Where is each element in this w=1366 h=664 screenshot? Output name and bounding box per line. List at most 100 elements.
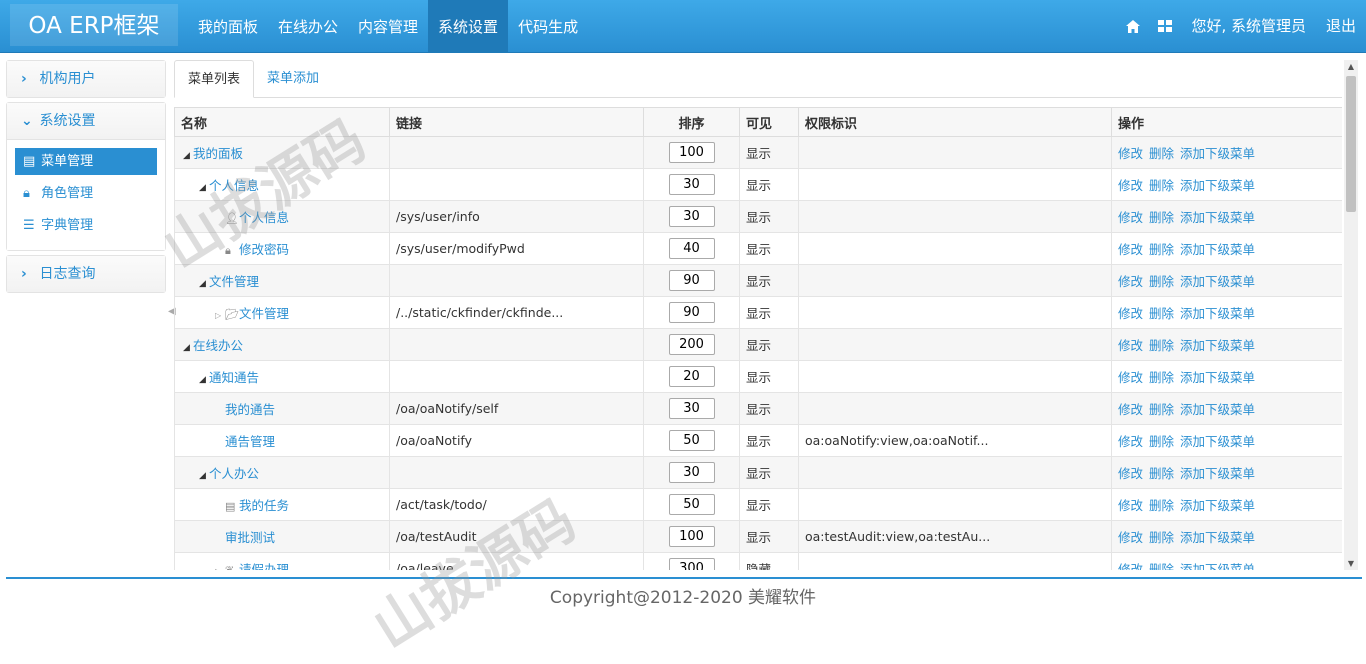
col-name-header[interactable]: 名称 (174, 107, 390, 137)
tree-expanded-icon[interactable]: ◢ (183, 343, 193, 353)
sort-input[interactable] (668, 526, 715, 547)
grid-icon[interactable] (1149, 0, 1181, 52)
menu-name-link[interactable]: 文件管理 (209, 274, 259, 289)
sidebar-group-logs-header[interactable]: › 日志查询 (7, 256, 165, 292)
add-child-link[interactable]: 添加下级菜单 (1180, 338, 1255, 353)
delete-link[interactable]: 删除 (1149, 338, 1174, 353)
nav-content[interactable]: 内容管理 (348, 0, 428, 52)
nav-system-settings[interactable]: 系统设置 (428, 0, 509, 52)
sort-input[interactable] (668, 430, 715, 451)
sort-input[interactable] (668, 494, 715, 515)
edit-link[interactable]: 修改 (1118, 146, 1143, 161)
nav-dashboard[interactable]: 我的面板 (188, 0, 268, 52)
sidebar-item-menu[interactable]: ▤ 菜单管理 (15, 148, 157, 175)
col-link-header[interactable]: 链接 (389, 107, 644, 137)
sort-input[interactable] (668, 462, 715, 483)
edit-link[interactable]: 修改 (1118, 402, 1143, 417)
menu-name-link[interactable]: 修改密码 (239, 242, 289, 257)
home-icon[interactable] (1117, 0, 1149, 52)
tree-collapsed-icon[interactable]: ▷ (215, 311, 225, 320)
menu-name-link[interactable]: 在线办公 (193, 338, 243, 353)
delete-link[interactable]: 删除 (1149, 562, 1174, 570)
edit-link[interactable]: 修改 (1118, 242, 1143, 257)
menu-name-link[interactable]: 文件管理 (239, 306, 289, 321)
add-child-link[interactable]: 添加下级菜单 (1180, 498, 1255, 513)
edit-link[interactable]: 修改 (1118, 274, 1143, 289)
tree-expanded-icon[interactable]: ◢ (199, 279, 209, 289)
sort-input[interactable] (668, 270, 715, 291)
col-sort-header[interactable]: 排序 (643, 107, 740, 137)
add-child-link[interactable]: 添加下级菜单 (1180, 562, 1255, 570)
col-visible-header[interactable]: 可见 (739, 107, 799, 137)
sidebar-item-roles[interactable]: 🔒︎ 角色管理 (15, 180, 157, 207)
edit-link[interactable]: 修改 (1118, 338, 1143, 353)
sidebar-group-system-header[interactable]: ⌄ 系统设置 (7, 103, 165, 139)
add-child-link[interactable]: 添加下级菜单 (1180, 146, 1255, 161)
col-perm-header[interactable]: 权限标识 (798, 107, 1112, 137)
user-greeting[interactable]: 您好, 系统管理员 (1181, 0, 1316, 52)
nav-online-office[interactable]: 在线办公 (268, 0, 348, 52)
edit-link[interactable]: 修改 (1118, 178, 1143, 193)
delete-link[interactable]: 删除 (1149, 210, 1174, 225)
add-child-link[interactable]: 添加下级菜单 (1180, 370, 1255, 385)
edit-link[interactable]: 修改 (1118, 530, 1143, 545)
menu-name-link[interactable]: 通告管理 (225, 434, 275, 449)
scroll-up-icon[interactable]: ▲ (1344, 62, 1358, 71)
tab-menu-list[interactable]: 菜单列表 (174, 60, 255, 98)
menu-name-link[interactable]: 我的任务 (239, 498, 289, 513)
menu-name-link[interactable]: 个人办公 (209, 466, 259, 481)
tab-menu-add[interactable]: 菜单添加 (254, 60, 332, 96)
brand-logo[interactable]: OA ERP框架 (10, 4, 178, 46)
delete-link[interactable]: 删除 (1149, 146, 1174, 161)
edit-link[interactable]: 修改 (1118, 498, 1143, 513)
sidebar-group-org-header[interactable]: › 机构用户 (7, 61, 165, 97)
edit-link[interactable]: 修改 (1118, 562, 1143, 570)
add-child-link[interactable]: 添加下级菜单 (1180, 178, 1255, 193)
menu-name-link[interactable]: 审批测试 (225, 530, 275, 545)
scrollbar-thumb[interactable] (1346, 76, 1356, 212)
sort-input[interactable] (668, 302, 715, 323)
sort-input[interactable] (668, 206, 715, 227)
vertical-scrollbar[interactable]: ▲ ▼ (1344, 60, 1358, 570)
delete-link[interactable]: 删除 (1149, 306, 1174, 321)
scroll-down-icon[interactable]: ▼ (1344, 559, 1358, 568)
menu-name-link[interactable]: 请假办理 (239, 562, 289, 570)
edit-link[interactable]: 修改 (1118, 370, 1143, 385)
nav-code-gen[interactable]: 代码生成 (508, 0, 588, 52)
sort-input[interactable] (668, 142, 715, 163)
add-child-link[interactable]: 添加下级菜单 (1180, 274, 1255, 289)
tree-expanded-icon[interactable]: ◢ (199, 375, 209, 385)
delete-link[interactable]: 删除 (1149, 402, 1174, 417)
delete-link[interactable]: 删除 (1149, 274, 1174, 289)
edit-link[interactable]: 修改 (1118, 466, 1143, 481)
sidebar-item-dict[interactable]: ☰ 字典管理 (15, 212, 157, 239)
delete-link[interactable]: 删除 (1149, 242, 1174, 257)
tree-expanded-icon[interactable]: ◢ (199, 471, 209, 481)
delete-link[interactable]: 删除 (1149, 530, 1174, 545)
edit-link[interactable]: 修改 (1118, 210, 1143, 225)
delete-link[interactable]: 删除 (1149, 178, 1174, 193)
menu-name-link[interactable]: 个人信息 (209, 178, 259, 193)
delete-link[interactable]: 删除 (1149, 466, 1174, 481)
add-child-link[interactable]: 添加下级菜单 (1180, 306, 1255, 321)
add-child-link[interactable]: 添加下级菜单 (1180, 242, 1255, 257)
sort-input[interactable] (668, 238, 715, 259)
sort-input[interactable] (668, 334, 715, 355)
menu-name-link[interactable]: 我的通告 (225, 402, 275, 417)
menu-name-link[interactable]: 个人信息 (239, 210, 289, 225)
edit-link[interactable]: 修改 (1118, 306, 1143, 321)
sort-input[interactable] (668, 558, 715, 570)
add-child-link[interactable]: 添加下级菜单 (1180, 434, 1255, 449)
tree-collapsed-icon[interactable]: ▷ (215, 567, 225, 570)
delete-link[interactable]: 删除 (1149, 434, 1174, 449)
add-child-link[interactable]: 添加下级菜单 (1180, 402, 1255, 417)
add-child-link[interactable]: 添加下级菜单 (1180, 210, 1255, 225)
sort-input[interactable] (668, 398, 715, 419)
sort-input[interactable] (668, 174, 715, 195)
edit-link[interactable]: 修改 (1118, 434, 1143, 449)
delete-link[interactable]: 删除 (1149, 498, 1174, 513)
menu-name-link[interactable]: 通知通告 (209, 370, 259, 385)
add-child-link[interactable]: 添加下级菜单 (1180, 466, 1255, 481)
tree-expanded-icon[interactable]: ◢ (199, 183, 209, 193)
sort-input[interactable] (668, 366, 715, 387)
